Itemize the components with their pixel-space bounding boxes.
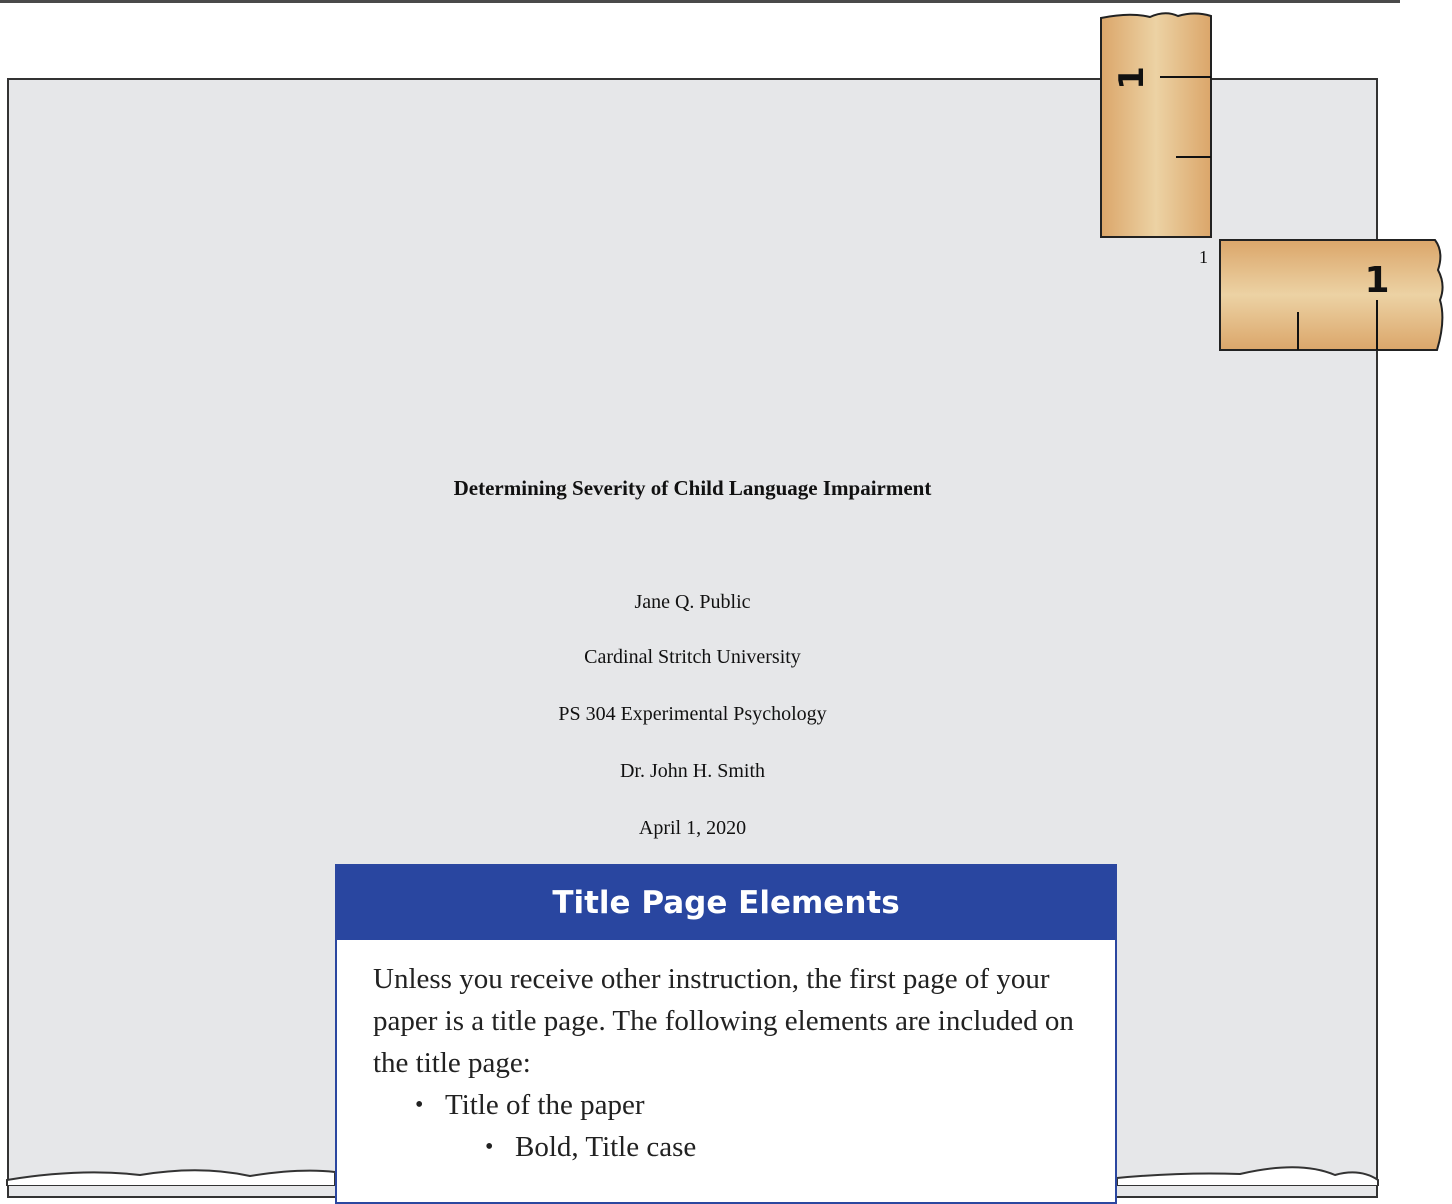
- paper-title: Determining Severity of Child Language I…: [453, 476, 932, 500]
- vertical-ruler-label: 1: [1112, 66, 1152, 90]
- course: PS 304 Experimental Psychology: [558, 703, 827, 725]
- sub-list-item: Bold, Title case: [485, 1126, 1079, 1168]
- horizontal-ruler-label: 1: [1364, 260, 1389, 301]
- sub-list-item-label: Bold, Title case: [515, 1131, 697, 1163]
- callout-intro: Unless you receive other instruction, th…: [373, 963, 1074, 1079]
- list-item: Title of the paper Bold, Title case: [415, 1084, 1079, 1168]
- elements-list: Title of the paper Bold, Title case: [373, 1084, 1079, 1168]
- institution: Cardinal Stritch University: [584, 646, 801, 668]
- author-name: Jane Q. Public: [634, 591, 751, 613]
- torn-edge-left: [6, 1169, 336, 1186]
- callout-body: Unless you receive other instruction, th…: [337, 940, 1115, 1168]
- instructor: Dr. John H. Smith: [619, 760, 766, 782]
- list-item-label: Title of the paper: [445, 1089, 645, 1121]
- vertical-ruler: [1100, 12, 1212, 238]
- torn-edge-right: [1116, 1166, 1379, 1186]
- title-page-elements-callout: Title Page Elements Unless you receive o…: [335, 864, 1117, 1204]
- date: April 1, 2020: [638, 817, 747, 839]
- horizontal-ruler: [1219, 239, 1444, 351]
- sub-list: Bold, Title case: [445, 1126, 1079, 1168]
- callout-heading: Title Page Elements: [337, 866, 1115, 940]
- page-number: 1: [1199, 247, 1208, 267]
